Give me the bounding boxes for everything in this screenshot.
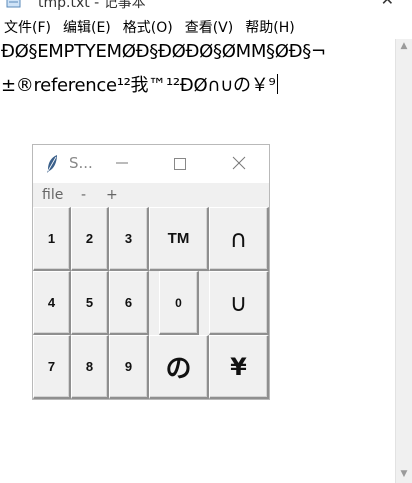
button-6[interactable]: 6 <box>109 271 149 335</box>
button-7[interactable]: 7 <box>33 335 71 399</box>
close-icon[interactable] <box>231 155 247 171</box>
notepad-menu-bar: 文件(F) 编辑(E) 格式(O) 查看(V) 帮助(H) <box>0 15 412 39</box>
menu-help[interactable]: 帮助(H) <box>241 17 302 37</box>
menu-view[interactable]: 查看(V) <box>181 17 242 37</box>
button-5[interactable]: 5 <box>71 271 109 335</box>
button-1[interactable]: 1 <box>33 207 71 271</box>
tk-title-bar[interactable]: S... <box>33 145 269 183</box>
notepad-window-title: tmp.txt - 记事本 <box>38 0 146 11</box>
tk-menu-bar: file - + <box>33 183 269 207</box>
tk-window: S... file - + 1 2 3 TM ∩ 4 5 6 0 ∪ 7 8 9… <box>32 144 270 400</box>
text-line-2: ±®reference¹²我™¹²ÐØ∩∪の￥⁹ <box>1 71 279 97</box>
tk-menu-minus[interactable]: - <box>81 187 86 203</box>
notepad-close-icon[interactable]: ✕ <box>381 0 394 9</box>
tk-menu-plus[interactable]: + <box>106 187 118 203</box>
menu-edit[interactable]: 编辑(E) <box>59 17 119 37</box>
notepad-title-bar: tmp.txt - 记事本 ✕ <box>0 0 412 15</box>
button-yen[interactable]: ¥ <box>209 335 269 399</box>
text-caret <box>277 74 279 94</box>
feather-icon <box>47 155 57 173</box>
vertical-scrollbar[interactable]: ▲ ▼ <box>395 39 412 483</box>
button-tm[interactable]: TM <box>149 207 209 271</box>
text-line-1: ÐØ§EMPTYEMØÐ§ÐØÐØ§ØMM§ØÐ§¬ <box>1 41 326 62</box>
menu-file[interactable]: 文件(F) <box>0 17 59 37</box>
button-3[interactable]: 3 <box>109 207 149 271</box>
button-union[interactable]: ∪ <box>209 271 269 335</box>
notepad-app-icon <box>6 0 21 8</box>
button-9[interactable]: 9 <box>109 335 149 399</box>
menu-format[interactable]: 格式(O) <box>119 17 181 37</box>
button-no[interactable]: の <box>149 335 209 399</box>
button-intersection[interactable]: ∩ <box>209 207 269 271</box>
button-0[interactable]: 0 <box>159 271 199 335</box>
scroll-down-arrow-icon[interactable]: ▼ <box>396 467 412 481</box>
minimize-icon[interactable] <box>115 155 129 171</box>
tk-window-title: S... <box>69 154 93 172</box>
maximize-icon[interactable] <box>174 158 186 170</box>
scroll-up-arrow-icon[interactable]: ▲ <box>396 39 412 53</box>
tk-menu-file[interactable]: file <box>42 187 63 203</box>
button-2[interactable]: 2 <box>71 207 109 271</box>
button-4[interactable]: 4 <box>33 271 71 335</box>
button-8[interactable]: 8 <box>71 335 109 399</box>
